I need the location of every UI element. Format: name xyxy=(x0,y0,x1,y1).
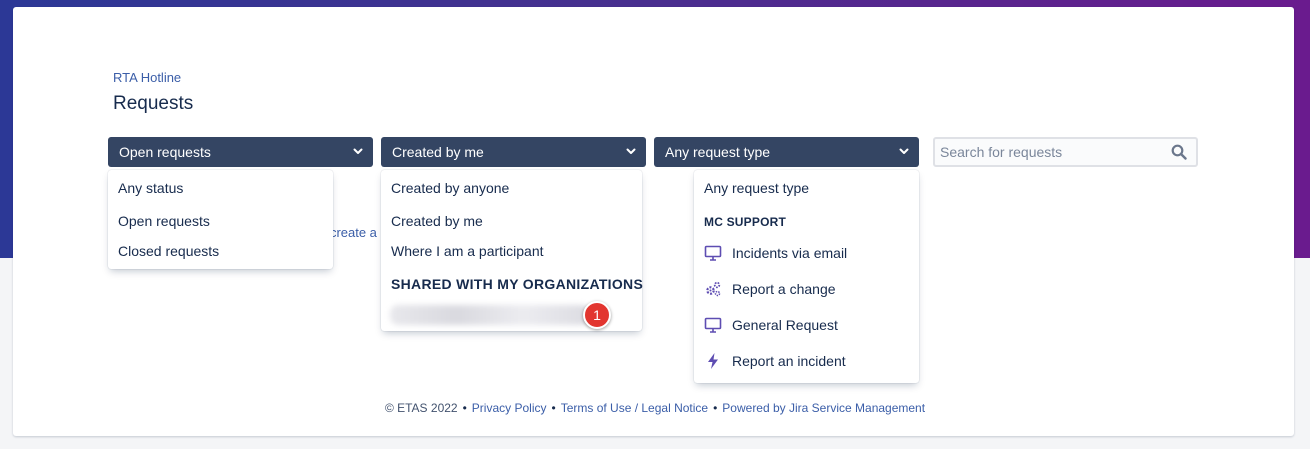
status-dropdown-menu: Any status Open requests Closed requests xyxy=(108,170,333,269)
gears-icon xyxy=(706,281,721,297)
search-icon[interactable] xyxy=(1171,144,1187,160)
status-option-any[interactable]: Any status xyxy=(118,180,183,196)
chevron-down-icon xyxy=(626,148,636,154)
status-option-closed[interactable]: Closed requests xyxy=(118,243,219,259)
footer: © ETAS 2022 • Privacy Policy • Terms of Use … xyxy=(384,401,926,415)
creator-filter-button[interactable]: Created by me xyxy=(381,137,646,167)
request-type-label: Report a change xyxy=(732,281,836,297)
search-input[interactable] xyxy=(935,139,1196,165)
creator-option-me[interactable]: Created by me xyxy=(391,213,483,229)
powered-by-link[interactable]: Powered by Jira Service Management xyxy=(722,401,925,415)
request-type-filter-button[interactable]: Any request type xyxy=(654,137,919,167)
breadcrumb[interactable]: RTA Hotline xyxy=(113,70,181,85)
request-type-dropdown-menu: Any request type MC SUPPORT Incidents vi… xyxy=(694,170,919,383)
monitor-icon xyxy=(704,245,722,261)
status-filter-button[interactable]: Open requests xyxy=(108,137,373,167)
request-type-label: General Request xyxy=(732,317,838,333)
page-title: Requests xyxy=(113,93,194,114)
mc-support-heading: MC SUPPORT xyxy=(704,215,787,229)
chevron-down-icon xyxy=(899,148,909,154)
chevron-down-icon xyxy=(353,148,363,154)
annotation-badge: 1 xyxy=(583,301,611,329)
creator-option-participant[interactable]: Where I am a participant xyxy=(391,243,544,259)
footer-copyright: © ETAS 2022 xyxy=(384,401,458,415)
request-type-filter-label: Any request type xyxy=(665,144,771,160)
redacted-organization-item[interactable] xyxy=(390,305,590,325)
request-type-general-request[interactable]: General Request xyxy=(704,316,838,334)
status-option-open[interactable]: Open requests xyxy=(118,213,210,229)
monitor-icon xyxy=(704,317,722,333)
request-type-incidents-via-email[interactable]: Incidents via email xyxy=(704,244,847,262)
search-box xyxy=(933,137,1198,167)
shared-organizations-heading: SHARED WITH MY ORGANIZATIONS xyxy=(391,276,644,292)
request-type-label: Report an incident xyxy=(732,353,846,369)
request-type-report-an-incident[interactable]: Report an incident xyxy=(704,352,846,370)
privacy-policy-link[interactable]: Privacy Policy xyxy=(472,401,547,415)
request-type-label: Incidents via email xyxy=(732,245,848,261)
lightning-icon xyxy=(708,353,718,369)
creator-filter-label: Created by me xyxy=(392,144,484,160)
terms-link[interactable]: Terms of Use / Legal Notice xyxy=(561,401,708,415)
request-type-option-any[interactable]: Any request type xyxy=(704,180,809,196)
creator-option-anyone[interactable]: Created by anyone xyxy=(391,180,509,196)
status-filter-label: Open requests xyxy=(119,144,211,160)
request-type-report-a-change[interactable]: Report a change xyxy=(704,280,836,298)
